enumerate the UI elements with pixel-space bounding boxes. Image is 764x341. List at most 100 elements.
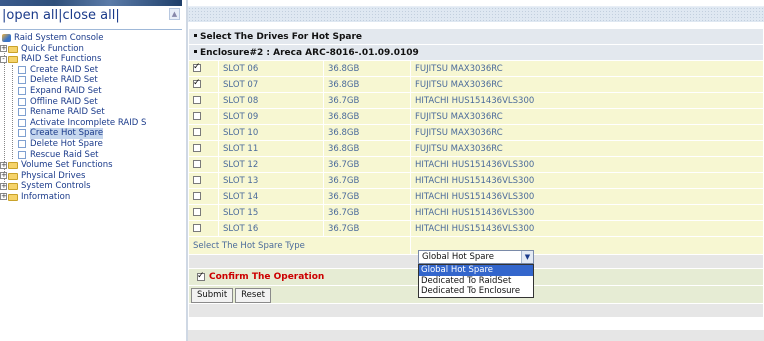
dropdown-option-global-hot-spare[interactable]: Global Hot Spare (419, 265, 533, 276)
tree-label: Rescue Raid Set (30, 149, 99, 160)
tree-item-offline-raid-set[interactable]: Offline RAID Set (0, 97, 182, 108)
page-icon (18, 97, 26, 106)
drive-row: SLOT 06 36.8GB FUJITSU MAX3036RC (188, 60, 764, 77)
tree-label: Create Hot Spare (30, 128, 104, 139)
enclosure-title-text: Enclosure#2 : Areca ARC-8016-.01.09.0109 (200, 47, 419, 58)
drive-checkbox[interactable] (193, 62, 201, 72)
section-title-row: Select The Drives For Hot Spare (188, 28, 764, 45)
tree-item-delete-hot-spare[interactable]: Delete Hot Spare (0, 139, 182, 150)
drive-checkbox[interactable] (193, 144, 201, 152)
expand-plus-icon[interactable]: + (0, 193, 7, 201)
tree-folder-system-controls[interactable]: + System Controls (0, 181, 182, 192)
collapse-minus-icon[interactable]: - (0, 55, 7, 63)
folder-icon (8, 172, 18, 180)
expand-plus-icon[interactable]: + (0, 182, 7, 190)
function-tree: Raid System Console + Quick Function - RAI… (0, 33, 182, 203)
folder-icon (8, 183, 18, 191)
drive-slot: SLOT 13 (218, 172, 324, 189)
tree-folder-information[interactable]: + Information (0, 192, 182, 203)
drive-model: HITACHI HUS151436VLS300 (410, 156, 764, 173)
chevron-down-icon[interactable]: ▼ (521, 251, 533, 263)
tree-label: Expand RAID Set (30, 85, 102, 96)
hot-spare-type-value: Global Hot Spare (422, 252, 494, 262)
tree-folder-physical-drives[interactable]: + Physical Drives (0, 171, 182, 182)
section-title-text: Select The Drives For Hot Spare (200, 31, 363, 42)
tree-label: Volume Set Functions (21, 160, 113, 171)
drive-checkbox-cell (188, 188, 219, 205)
tree-label: System Controls (21, 181, 91, 192)
drive-checkbox[interactable] (193, 96, 201, 104)
drive-checkbox-cell (188, 204, 219, 221)
tree-folder-quick-function[interactable]: + Quick Function (0, 44, 182, 55)
tree-label: Rename RAID Set (30, 107, 105, 118)
drive-checkbox[interactable] (193, 78, 201, 88)
drive-row: SLOT 16 36.7GB HITACHI HUS151436VLS300 (188, 220, 764, 237)
expand-plus-icon[interactable]: + (0, 45, 7, 53)
navigation-frame: |open all|close all| ▲ Raid System Conso… (0, 0, 182, 341)
folder-icon (8, 162, 18, 170)
scroll-up-arrow-icon[interactable]: ▲ (169, 8, 180, 20)
reset-button[interactable]: Reset (235, 287, 271, 303)
tree-item-rename-raid-set[interactable]: Rename RAID Set (0, 107, 182, 118)
drive-checkbox-cell (188, 156, 219, 173)
drive-model: FUJITSU MAX3036RC (410, 124, 764, 141)
confirm-checkbox[interactable] (197, 271, 205, 281)
drive-row: SLOT 13 36.7GB HITACHI HUS151436VLS300 (188, 172, 764, 189)
drive-checkbox[interactable] (193, 224, 201, 232)
page-icon (18, 108, 26, 117)
page-icon (18, 86, 26, 95)
drive-model: HITACHI HUS151436VLS300 (410, 188, 764, 205)
submit-button[interactable]: Submit (191, 287, 234, 303)
tree-label: Physical Drives (21, 170, 86, 181)
header-banner (188, 6, 764, 22)
drive-checkbox[interactable] (193, 112, 201, 120)
drive-capacity: 36.8GB (323, 60, 411, 77)
drive-capacity: 36.8GB (323, 76, 411, 93)
dropdown-option-dedicated-to-enclosure[interactable]: Dedicated To Enclosure (419, 286, 533, 297)
drive-model: FUJITSU MAX3036RC (410, 140, 764, 157)
drive-checkbox-cell (188, 92, 219, 109)
tree-item-activate-incomplete-raid-set[interactable]: Activate Incomplete RAID S (0, 118, 182, 129)
content-frame: Select The Drives For Hot Spare Enclosur… (186, 0, 764, 341)
folder-icon (8, 45, 18, 53)
drive-slot: SLOT 16 (218, 220, 324, 237)
hot-spare-type-label: Select The Hot Spare Type (188, 236, 411, 255)
tree-label: Delete RAID Set (30, 75, 98, 86)
tree-root-raid-system-console[interactable]: Raid System Console (0, 33, 182, 44)
tree-label: Activate Incomplete RAID S (30, 117, 147, 128)
open-close-all-links[interactable]: |open all|close all| (2, 8, 120, 23)
drive-checkbox[interactable] (193, 192, 201, 200)
drive-checkbox-cell (188, 220, 219, 237)
drive-slot: SLOT 15 (218, 204, 324, 221)
page-icon (18, 118, 26, 127)
tree-item-create-hot-spare[interactable]: Create Hot Spare (0, 128, 182, 139)
drive-capacity: 36.7GB (323, 204, 411, 221)
drive-checkbox[interactable] (193, 208, 201, 216)
tree-folder-volume-set-functions[interactable]: + Volume Set Functions (0, 160, 182, 171)
drive-checkbox-cell (188, 60, 219, 77)
tree-item-create-raid-set[interactable]: Create RAID Set (0, 65, 182, 76)
drive-capacity: 36.7GB (323, 220, 411, 237)
drive-checkbox[interactable] (193, 176, 201, 184)
tree-label: Delete Hot Spare (30, 138, 103, 149)
tree-item-rescue-raid-set[interactable]: Rescue Raid Set (0, 150, 182, 161)
hot-spare-type-select[interactable]: Global Hot Spare ▼ (418, 250, 534, 264)
drive-row: SLOT 11 36.8GB FUJITSU MAX3036RC (188, 140, 764, 157)
drive-slot: SLOT 07 (218, 76, 324, 93)
enclosure-title: Enclosure#2 : Areca ARC-8016-.01.09.0109 (188, 44, 764, 61)
hot-spare-type-dropdown: Global Hot Spare Dedicated To RaidSet De… (418, 264, 534, 298)
drive-checkbox-cell (188, 124, 219, 141)
drive-checkbox[interactable] (193, 160, 201, 168)
footer-strip (188, 330, 764, 341)
drive-row: SLOT 07 36.8GB FUJITSU MAX3036RC (188, 76, 764, 93)
dropdown-option-dedicated-to-raidset[interactable]: Dedicated To RaidSet (419, 276, 533, 287)
tree-item-expand-raid-set[interactable]: Expand RAID Set (0, 86, 182, 97)
expand-plus-icon[interactable]: + (0, 161, 7, 169)
expand-plus-icon[interactable]: + (0, 172, 7, 180)
drive-capacity: 36.7GB (323, 156, 411, 173)
tree-item-delete-raid-set[interactable]: Delete RAID Set (0, 75, 182, 86)
drive-checkbox[interactable] (193, 128, 201, 136)
drive-model: FUJITSU MAX3036RC (410, 76, 764, 93)
tree-folder-raid-set-functions[interactable]: - RAID Set Functions (0, 54, 182, 65)
drive-row: SLOT 09 36.8GB FUJITSU MAX3036RC (188, 108, 764, 125)
